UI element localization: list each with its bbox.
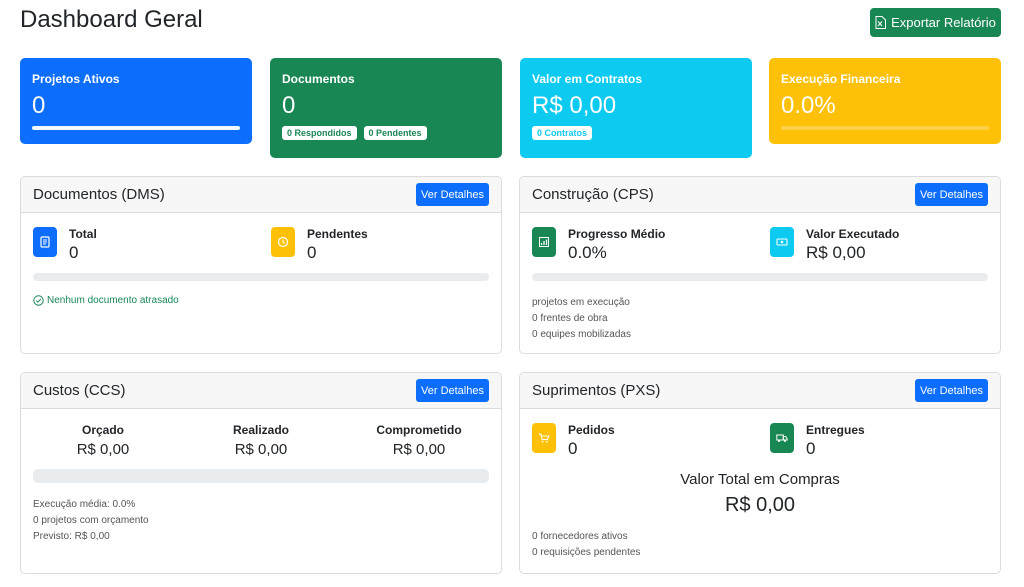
cost-value: R$ 0,00 xyxy=(234,441,288,458)
kpi-label: Pedidos xyxy=(568,423,615,437)
stat-card-contratos: Valor em Contratos R$ 0,00 0 Contratos xyxy=(520,58,752,158)
kpi-value: 0.0% xyxy=(568,243,607,262)
summary-line: 0 frentes de obra xyxy=(532,313,608,324)
kpi-value: 0 xyxy=(806,439,816,458)
stat-label: Projetos Ativos xyxy=(32,72,120,86)
ver-detalhes-button[interactable]: Ver Detalhes xyxy=(416,379,489,402)
cost-label: Comprometido xyxy=(376,423,462,437)
progress-bar xyxy=(532,273,988,281)
stat-card-projetos: Projetos Ativos 0 xyxy=(20,58,252,144)
summary-line: Execução média: 0.0% xyxy=(33,499,136,510)
kpi-label: Progresso Médio xyxy=(568,227,666,241)
kpi-value: 0 xyxy=(69,243,79,262)
total-value: R$ 0,00 xyxy=(724,494,796,516)
card-documentos-dms: Documentos (DMS) Ver Detalhes Total 0 Pe… xyxy=(20,176,502,354)
stat-card-financeira: Execução Financeira 0.0% xyxy=(769,58,1001,144)
progress-bar xyxy=(33,469,489,483)
kpi-pedidos: Pedidos 0 xyxy=(532,423,615,459)
check-circle-icon xyxy=(33,295,44,306)
stat-card-documentos: Documentos 0 0 Respondidos 0 Pendentes xyxy=(270,58,502,158)
cps-summary: projetos em execução 0 frentes de obra 0… xyxy=(532,295,631,343)
card-construcao-cps: Construção (CPS) Ver Detalhes Progresso … xyxy=(519,176,1001,354)
card-suprimentos-pxs: Suprimentos (PXS) Ver Detalhes Pedidos 0… xyxy=(519,372,1001,574)
cost-comprometido: Comprometido R$ 0,00 xyxy=(349,423,489,458)
kpi-valor-executado: Valor Executado R$ 0,00 xyxy=(770,227,899,263)
clock-icon xyxy=(271,227,295,257)
card-title: Documentos (DMS) xyxy=(33,186,165,203)
progress-bar xyxy=(33,273,489,281)
cart-icon xyxy=(532,423,556,453)
badge-contratos: 0 Contratos xyxy=(532,126,593,140)
cost-label: Realizado xyxy=(232,423,289,437)
status-text: Nenhum documento atrasado xyxy=(47,295,179,306)
kpi-label: Valor Executado xyxy=(806,227,900,241)
summary-line: 0 projetos com orçamento xyxy=(33,515,149,526)
total-compras: Valor Total em Compras R$ 0,00 xyxy=(520,471,1000,517)
card-custos-ccs: Custos (CCS) Ver Detalhes Orçado R$ 0,00… xyxy=(20,372,502,574)
cost-label: Orçado xyxy=(81,423,124,437)
ver-detalhes-button[interactable]: Ver Detalhes xyxy=(416,183,489,206)
kpi-pendentes: Pendentes 0 xyxy=(271,227,368,263)
cost-orcado: Orçado R$ 0,00 xyxy=(33,423,173,458)
chart-icon xyxy=(532,227,556,257)
kpi-entregues: Entregues 0 xyxy=(770,423,865,459)
summary-line: projetos em execução xyxy=(532,297,630,308)
kpi-value: 0 xyxy=(568,439,578,458)
summary-line: 0 requisições pendentes xyxy=(532,547,641,558)
card-title: Construção (CPS) xyxy=(532,186,654,203)
ver-detalhes-button[interactable]: Ver Detalhes xyxy=(915,183,988,206)
stat-value: R$ 0,00 xyxy=(532,92,617,119)
badge-respondidos: 0 Respondidos xyxy=(282,126,357,140)
kpi-total: Total 0 xyxy=(33,227,97,263)
summary-line: 0 fornecedores ativos xyxy=(532,531,628,542)
stat-label: Valor em Contratos xyxy=(532,72,643,86)
page-title: Dashboard Geral xyxy=(20,6,203,33)
ccs-summary: Execução média: 0.0% 0 projetos com orça… xyxy=(33,497,149,545)
stat-value: 0 xyxy=(32,92,46,119)
stat-label: Execução Financeira xyxy=(781,72,901,86)
total-label: Valor Total em Compras xyxy=(680,471,840,488)
stat-value: 0 xyxy=(282,92,296,119)
status-ok: Nenhum documento atrasado xyxy=(33,295,179,306)
summary-line: Previsto: R$ 0,00 xyxy=(33,531,110,542)
export-report-button[interactable]: Exportar Relatório xyxy=(870,8,1001,37)
cost-realizado: Realizado R$ 0,00 xyxy=(191,423,331,458)
kpi-label: Entregues xyxy=(806,423,865,437)
summary-line: 0 equipes mobilizadas xyxy=(532,329,631,340)
card-title: Custos (CCS) xyxy=(33,382,126,399)
kpi-value: R$ 0,00 xyxy=(806,243,866,262)
kpi-progresso: Progresso Médio 0.0% xyxy=(532,227,665,263)
stat-value: 0.0% xyxy=(781,92,836,119)
truck-icon xyxy=(770,423,794,453)
file-excel-icon xyxy=(875,16,887,29)
pxs-summary: 0 fornecedores ativos 0 requisições pend… xyxy=(532,529,640,561)
kpi-label: Pendentes xyxy=(307,227,368,241)
stat-label: Documentos xyxy=(282,72,355,86)
export-report-label: Exportar Relatório xyxy=(891,15,996,30)
kpi-label: Total xyxy=(69,227,97,241)
cost-value: R$ 0,00 xyxy=(76,441,130,458)
cash-icon xyxy=(770,227,794,257)
kpi-value: 0 xyxy=(307,243,317,262)
card-title: Suprimentos (PXS) xyxy=(532,382,661,399)
cost-value: R$ 0,00 xyxy=(392,441,446,458)
badge-pendentes: 0 Pendentes xyxy=(363,126,427,140)
stat-progress-bar xyxy=(781,126,989,130)
ver-detalhes-button[interactable]: Ver Detalhes xyxy=(915,379,988,402)
stat-progress-bar xyxy=(32,126,240,130)
document-icon xyxy=(33,227,57,257)
